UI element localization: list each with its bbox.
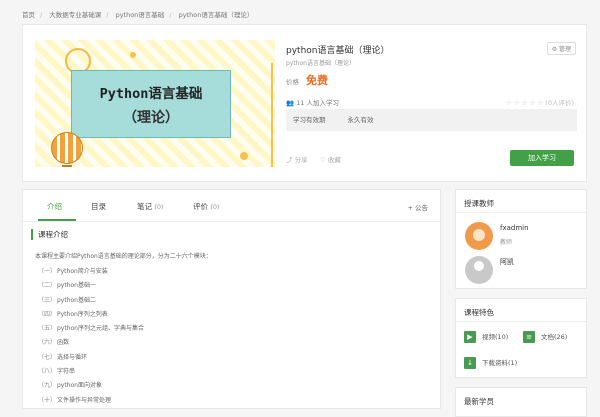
active-tab-indicator: [38, 219, 76, 221]
list-item: （九）python面向对象: [38, 382, 102, 390]
intro-text: 本课程主要介绍Python语言基础的理论部分，分为二十六个模块：: [35, 253, 212, 260]
teacher-role: 教师: [500, 239, 513, 246]
list-item: （五）python序列之元组、字典与集合: [38, 325, 144, 333]
users-icon: 👥: [286, 99, 297, 107]
course-content-panel: 介绍 目录 笔记 (0) 评价 (0) + 公告 课程介绍 本课程主要介绍Pyt…: [22, 189, 441, 409]
document-icon: ≡: [523, 331, 535, 343]
balloon-icon: [51, 132, 83, 167]
breadcrumb-course-set[interactable]: python语言基础: [116, 11, 165, 19]
cover-subtitle: （理论）: [123, 110, 179, 126]
features-panel: 课程特色 ▶ 视频(10) ≡ 文档(26) ↓ 下载资料(1): [455, 298, 587, 378]
manage-button[interactable]: ⚙ 管理: [546, 42, 576, 55]
feature-download: ↓ 下载资料(1): [464, 357, 517, 369]
avatar[interactable]: [465, 222, 493, 250]
latest-students-heading: 最新学员: [464, 397, 494, 406]
breadcrumb-current: python语言基础（理论）: [178, 11, 254, 19]
validity-box: 学习有效期 永久有效: [286, 109, 577, 131]
latest-students-panel: 最新学员: [455, 387, 587, 417]
video-icon: ▶: [464, 331, 476, 343]
heart-icon: ♡: [320, 156, 328, 164]
tab-catalog[interactable]: 目录: [91, 201, 106, 212]
download-icon: ↓: [464, 357, 476, 369]
list-item: （一）Python简介与安装: [38, 268, 108, 275]
validity-label: 学习有效期: [293, 116, 326, 124]
cover-title: Python语言基础: [99, 86, 203, 102]
list-item: （八）字符串: [38, 368, 76, 376]
validity-value: 永久有效: [347, 116, 374, 124]
cover-title-box: Python语言基础 （理论）: [71, 70, 231, 138]
course-cover-image: Python语言基础 （理论）: [35, 40, 275, 167]
features-heading: 课程特色: [464, 308, 494, 317]
list-item: （二）python基础一: [38, 282, 96, 290]
avatar[interactable]: [465, 256, 493, 284]
favorite-button[interactable]: ♡ 收藏: [320, 154, 341, 164]
course-title: python语言基础（理论）: [286, 46, 390, 56]
list-item: （十）文件操作与异常处理: [38, 396, 112, 404]
breadcrumb-home[interactable]: 首页: [22, 11, 35, 19]
list-item: （三）python基础二: [38, 296, 96, 304]
breadcrumb-category[interactable]: 大数据专业基础课: [49, 11, 101, 19]
section-heading: 课程介绍: [31, 229, 68, 240]
price-value: 免费: [306, 74, 328, 87]
rating: ☆ ☆ ☆ ☆ ☆ (0人评价): [506, 97, 574, 107]
teachers-heading: 授课教师: [464, 199, 494, 208]
feature-video: ▶ 视频(10): [464, 331, 508, 343]
cover-side-decoration: [271, 63, 275, 167]
tab-bar: 介绍 目录 笔记 (0) 评价 (0) + 公告: [23, 190, 440, 222]
dot-decoration: [240, 152, 248, 160]
price-label: 价格: [286, 78, 299, 86]
tab-notes[interactable]: 笔记 (0): [137, 201, 164, 212]
joined-count: 👥 11 人加入学习: [286, 99, 340, 107]
teacher-name[interactable]: 阿凯: [500, 257, 514, 267]
tab-intro[interactable]: 介绍: [47, 201, 62, 212]
feature-doc: ≡ 文档(26): [523, 331, 567, 343]
dot-decoration: [130, 52, 136, 58]
teacher-name[interactable]: fxadmin: [500, 224, 529, 232]
teachers-panel: 授课教师 fxadmin 教师 阿凯: [455, 189, 587, 289]
rating-count: (0人评价): [545, 99, 574, 107]
list-item: （七）选择与循环: [38, 353, 88, 361]
share-icon: ⤴: [286, 156, 295, 164]
share-button[interactable]: ⤴ 分享: [286, 154, 308, 164]
notice-button[interactable]: + 公告: [407, 202, 428, 212]
module-list: （一）Python简介与安装 （二）python基础一 （三）python基础二…: [38, 265, 144, 408]
join-course-button[interactable]: 加入学习: [510, 150, 574, 166]
star-icons: ☆ ☆ ☆ ☆ ☆: [505, 99, 544, 107]
tab-reviews[interactable]: 评价 (0): [193, 201, 220, 212]
breadcrumb: 首页 / 大数据专业基础课 / python语言基础 / python语言基础（理论）: [22, 11, 254, 19]
list-item: （四）Python序列之列表: [38, 310, 108, 318]
list-item: （六）函数: [38, 339, 70, 347]
course-subtitle: python语言基础（理论）: [286, 60, 355, 67]
course-header-panel: Python语言基础 （理论） python语言基础（理论） python语言基…: [22, 24, 587, 182]
